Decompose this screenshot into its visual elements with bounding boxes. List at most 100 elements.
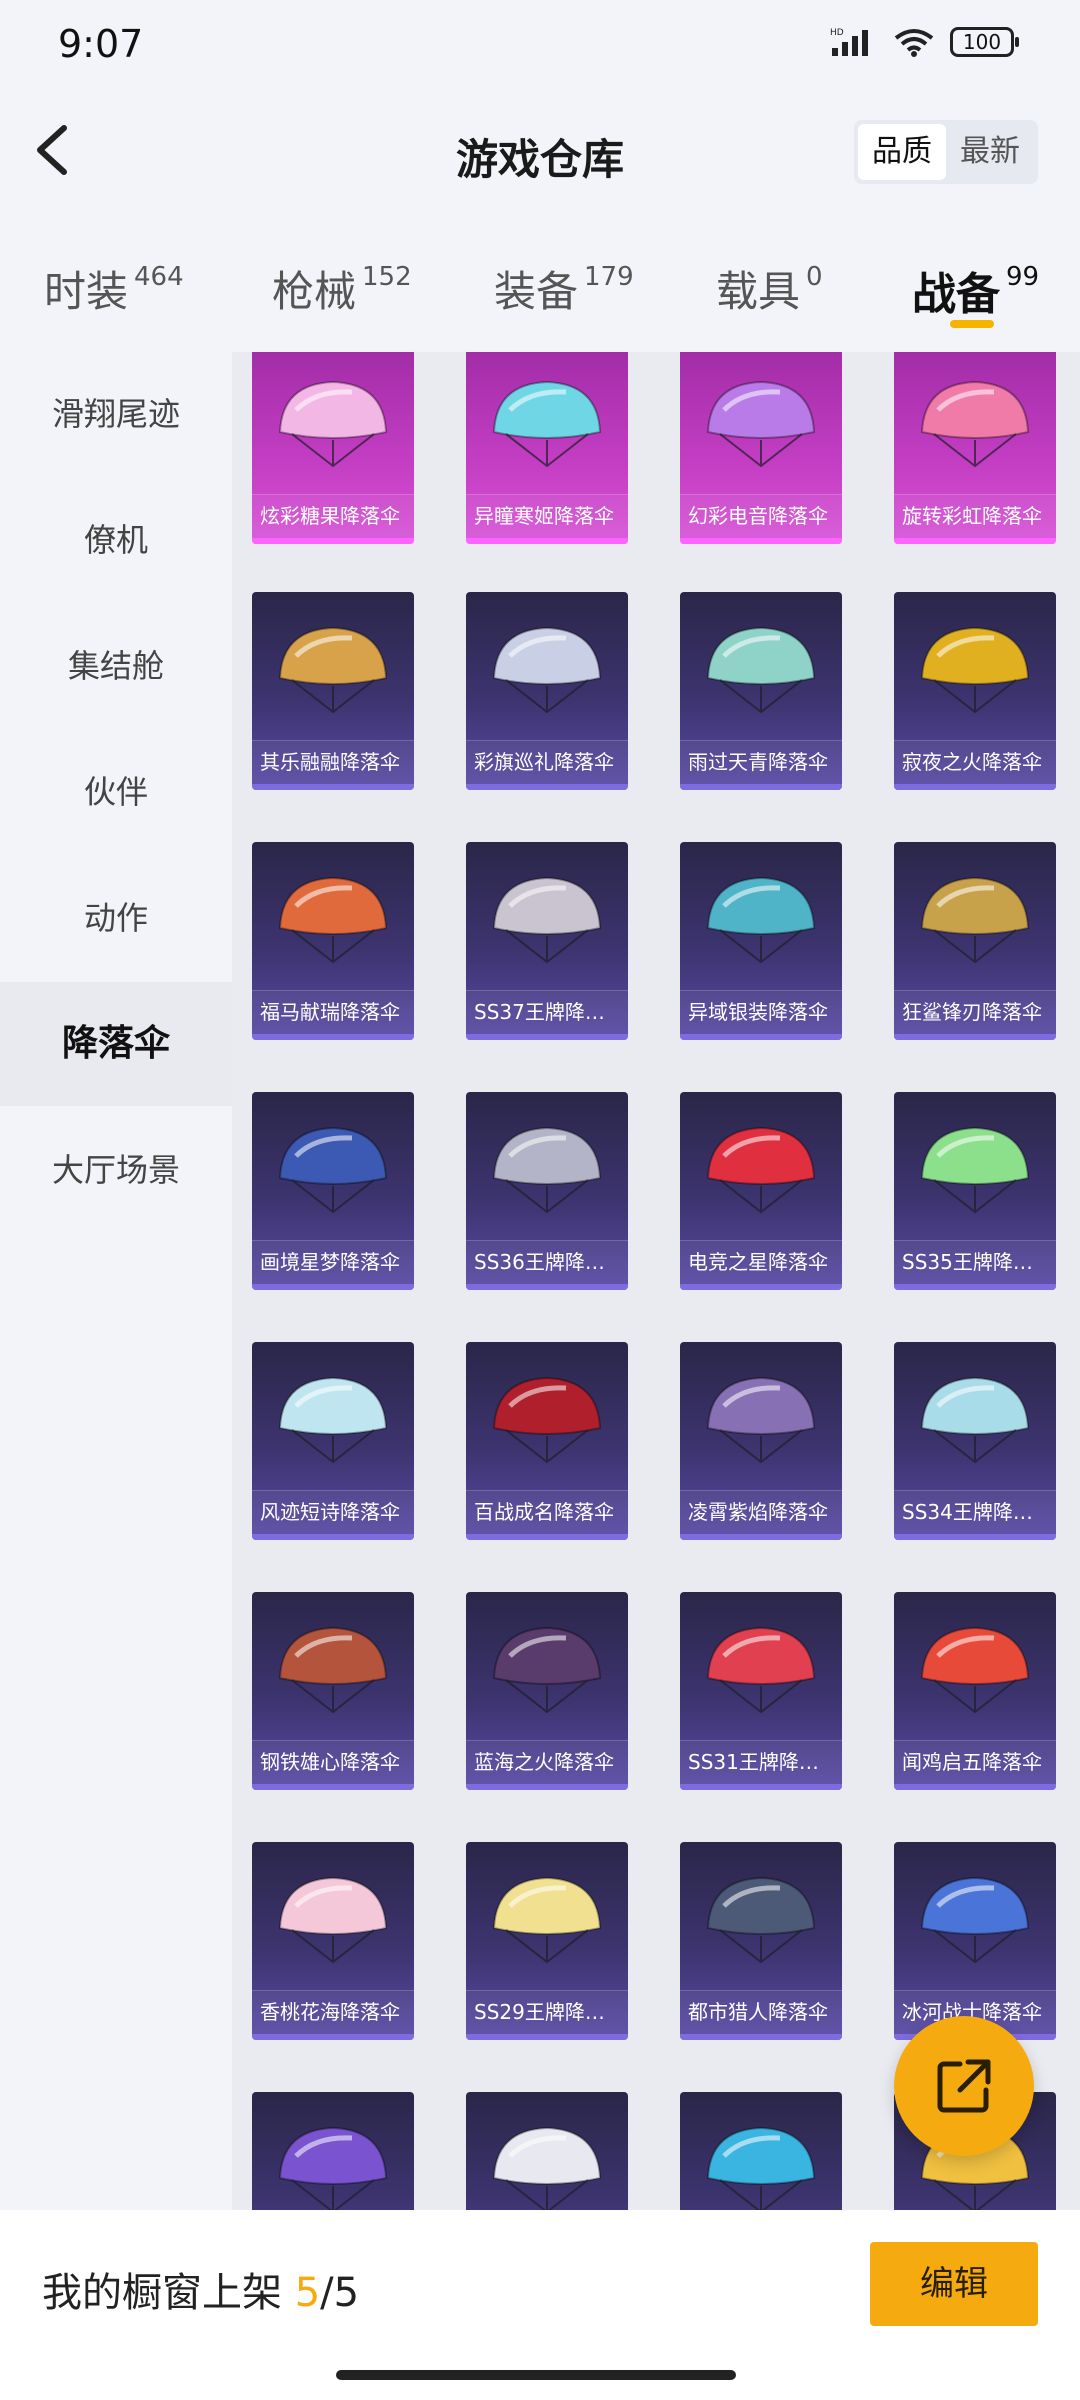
item-name: 福马献瑞降落伞 xyxy=(252,990,414,1034)
sidebar-item-rally-pod[interactable]: 集结舱 xyxy=(0,604,232,728)
parachute-item-card[interactable]: 风迹短诗降落伞 xyxy=(252,1342,414,1540)
parachute-icon xyxy=(706,1376,816,1464)
parachute-item-card[interactable]: SS37王牌降落伞 xyxy=(466,842,628,1040)
status-time: 9:07 xyxy=(58,22,144,66)
status-bar: 9:07 HD 100 xyxy=(0,0,1080,90)
tab-guns[interactable]: 枪械 152 xyxy=(272,258,412,319)
parachute-item-card[interactable]: 闻鸡启五降落伞 xyxy=(894,1592,1056,1790)
parachute-item-card[interactable]: 福马献瑞降落伞 xyxy=(252,842,414,1040)
item-name: SS35王牌降落伞 xyxy=(894,1240,1056,1284)
parachute-item-card[interactable]: 彩旗巡礼降落伞 xyxy=(466,592,628,790)
tab-fashion[interactable]: 时装 464 xyxy=(44,258,184,319)
parachute-item-card[interactable]: SS29王牌降落伞 xyxy=(466,1842,628,2040)
tab-label: 载具 xyxy=(716,267,801,316)
showcase-total-count: 5 xyxy=(333,2270,360,2316)
parachute-icon xyxy=(920,1126,1030,1214)
parachute-item-card[interactable]: 幻彩电音降落伞 xyxy=(680,352,842,544)
wifi-icon xyxy=(894,29,934,57)
parachute-item-card[interactable]: 电竞之星降落伞 xyxy=(680,1092,842,1290)
edit-button[interactable]: 编辑 xyxy=(870,2242,1038,2326)
item-name: 百战成名降落伞 xyxy=(466,1490,628,1534)
parachute-icon xyxy=(706,626,816,714)
item-name: 狂鲨锋刃降落伞 xyxy=(894,990,1056,1034)
parachute-icon xyxy=(920,1376,1030,1464)
parachute-item-card[interactable]: 寂夜之火降落伞 xyxy=(894,592,1056,790)
parachute-item-card[interactable]: 蓝海之火降落伞 xyxy=(466,1592,628,1790)
parachute-item-card[interactable]: 香桃花海降落伞 xyxy=(252,1842,414,2040)
item-name: 其乐融融降落伞 xyxy=(252,740,414,784)
item-name: 香桃花海降落伞 xyxy=(252,1990,414,2034)
item-name: 幻彩电音降落伞 xyxy=(680,494,842,538)
parachute-item-card[interactable]: 画境星梦降落伞 xyxy=(252,1092,414,1290)
tab-label: 枪械 xyxy=(272,267,357,316)
parachute-icon xyxy=(278,1626,388,1714)
parachute-item-card[interactable]: SS31王牌降落伞 xyxy=(680,1592,842,1790)
item-name: 画境星梦降落伞 xyxy=(252,1240,414,1284)
item-name: 都市猎人降落伞 xyxy=(680,1990,842,2034)
parachute-icon xyxy=(920,626,1030,714)
parachute-item-card[interactable]: 其乐融融降落伞 xyxy=(252,592,414,790)
parachute-item-card[interactable] xyxy=(680,2092,842,2210)
sidebar-item-parachute[interactable]: 降落伞 xyxy=(0,982,232,1106)
parachute-icon xyxy=(278,876,388,964)
parachute-icon xyxy=(920,876,1030,964)
parachute-item-card[interactable]: 异瞳寒姬降落伞 xyxy=(466,352,628,544)
header: 游戏仓库 品质 最新 xyxy=(0,90,1080,210)
sort-newest-button[interactable]: 最新 xyxy=(946,124,1034,180)
parachute-icon xyxy=(492,626,602,714)
home-indicator[interactable] xyxy=(336,2370,736,2380)
parachute-item-card[interactable] xyxy=(466,2092,628,2210)
parachute-item-card[interactable]: 钢铁雄心降落伞 xyxy=(252,1592,414,1790)
parachute-icon xyxy=(706,2126,816,2210)
item-name: SS34王牌降落伞 xyxy=(894,1490,1056,1534)
sidebar-item-emote[interactable]: 动作 xyxy=(0,856,232,980)
parachute-item-card[interactable]: 狂鲨锋刃降落伞 xyxy=(894,842,1056,1040)
tab-count: 464 xyxy=(134,262,184,292)
item-grid: 炫彩糖果降落伞 异瞳寒姬降落伞 幻彩电音降落伞 旋转彩虹降落伞其乐融融降落伞 彩旗巡礼降… xyxy=(232,352,1080,2210)
parachute-icon xyxy=(278,380,388,468)
item-name: SS37王牌降落伞 xyxy=(466,990,628,1034)
parachute-item-card[interactable]: SS35王牌降落伞 xyxy=(894,1092,1056,1290)
share-button[interactable] xyxy=(894,2016,1034,2156)
item-name: 寂夜之火降落伞 xyxy=(894,740,1056,784)
parachute-item-card[interactable]: 异域银装降落伞 xyxy=(680,842,842,1040)
sidebar-item-wingman[interactable]: 僚机 xyxy=(0,478,232,602)
parachute-icon xyxy=(278,626,388,714)
parachute-item-card[interactable]: 冰河战士降落伞 xyxy=(894,1842,1056,2040)
item-name: 异瞳寒姬降落伞 xyxy=(466,494,628,538)
parachute-item-card[interactable]: SS34王牌降落伞 xyxy=(894,1342,1056,1540)
item-name: 风迹短诗降落伞 xyxy=(252,1490,414,1534)
parachute-icon xyxy=(706,380,816,468)
tab-tactical[interactable]: 战备 99 xyxy=(912,258,1039,322)
sidebar: 滑翔尾迹 僚机 集结舱 伙伴 动作 降落伞 大厅场景 xyxy=(0,352,232,2212)
parachute-item-card[interactable]: SS36王牌降落伞 xyxy=(466,1092,628,1290)
item-name: 凌霄紫焰降落伞 xyxy=(680,1490,842,1534)
tab-count: 99 xyxy=(1006,262,1040,292)
parachute-item-card[interactable] xyxy=(252,2092,414,2210)
parachute-item-card[interactable]: 旋转彩虹降落伞 xyxy=(894,352,1056,544)
tab-label: 时装 xyxy=(44,267,129,316)
item-name: SS31王牌降落伞 xyxy=(680,1740,842,1784)
sidebar-item-companion[interactable]: 伙伴 xyxy=(0,730,232,854)
parachute-icon xyxy=(492,380,602,468)
tab-equipment[interactable]: 装备 179 xyxy=(494,258,634,319)
parachute-icon xyxy=(492,1626,602,1714)
parachute-icon xyxy=(492,1376,602,1464)
parachute-icon xyxy=(492,1126,602,1214)
tab-count: 0 xyxy=(806,262,823,292)
sidebar-item-lobby-scene[interactable]: 大厅场景 xyxy=(0,1108,232,1232)
parachute-item-card[interactable]: 百战成名降落伞 xyxy=(466,1342,628,1540)
category-tabs: 时装 464 枪械 152 装备 179 载具 0 战备 99 xyxy=(0,240,1080,340)
sort-quality-button[interactable]: 品质 xyxy=(858,124,946,180)
parachute-item-card[interactable]: 炫彩糖果降落伞 xyxy=(252,352,414,544)
parachute-icon xyxy=(920,1626,1030,1714)
parachute-item-card[interactable]: 雨过天青降落伞 xyxy=(680,592,842,790)
parachute-item-card[interactable]: 都市猎人降落伞 xyxy=(680,1842,842,2040)
item-name: 蓝海之火降落伞 xyxy=(466,1740,628,1784)
parachute-item-card[interactable]: 凌霄紫焰降落伞 xyxy=(680,1342,842,1540)
item-name: 钢铁雄心降落伞 xyxy=(252,1740,414,1784)
parachute-icon xyxy=(706,1126,816,1214)
showcase-used-count: 5 xyxy=(294,2270,321,2316)
tab-vehicles[interactable]: 载具 0 xyxy=(716,258,823,319)
sidebar-item-glide-trail[interactable]: 滑翔尾迹 xyxy=(0,352,232,476)
